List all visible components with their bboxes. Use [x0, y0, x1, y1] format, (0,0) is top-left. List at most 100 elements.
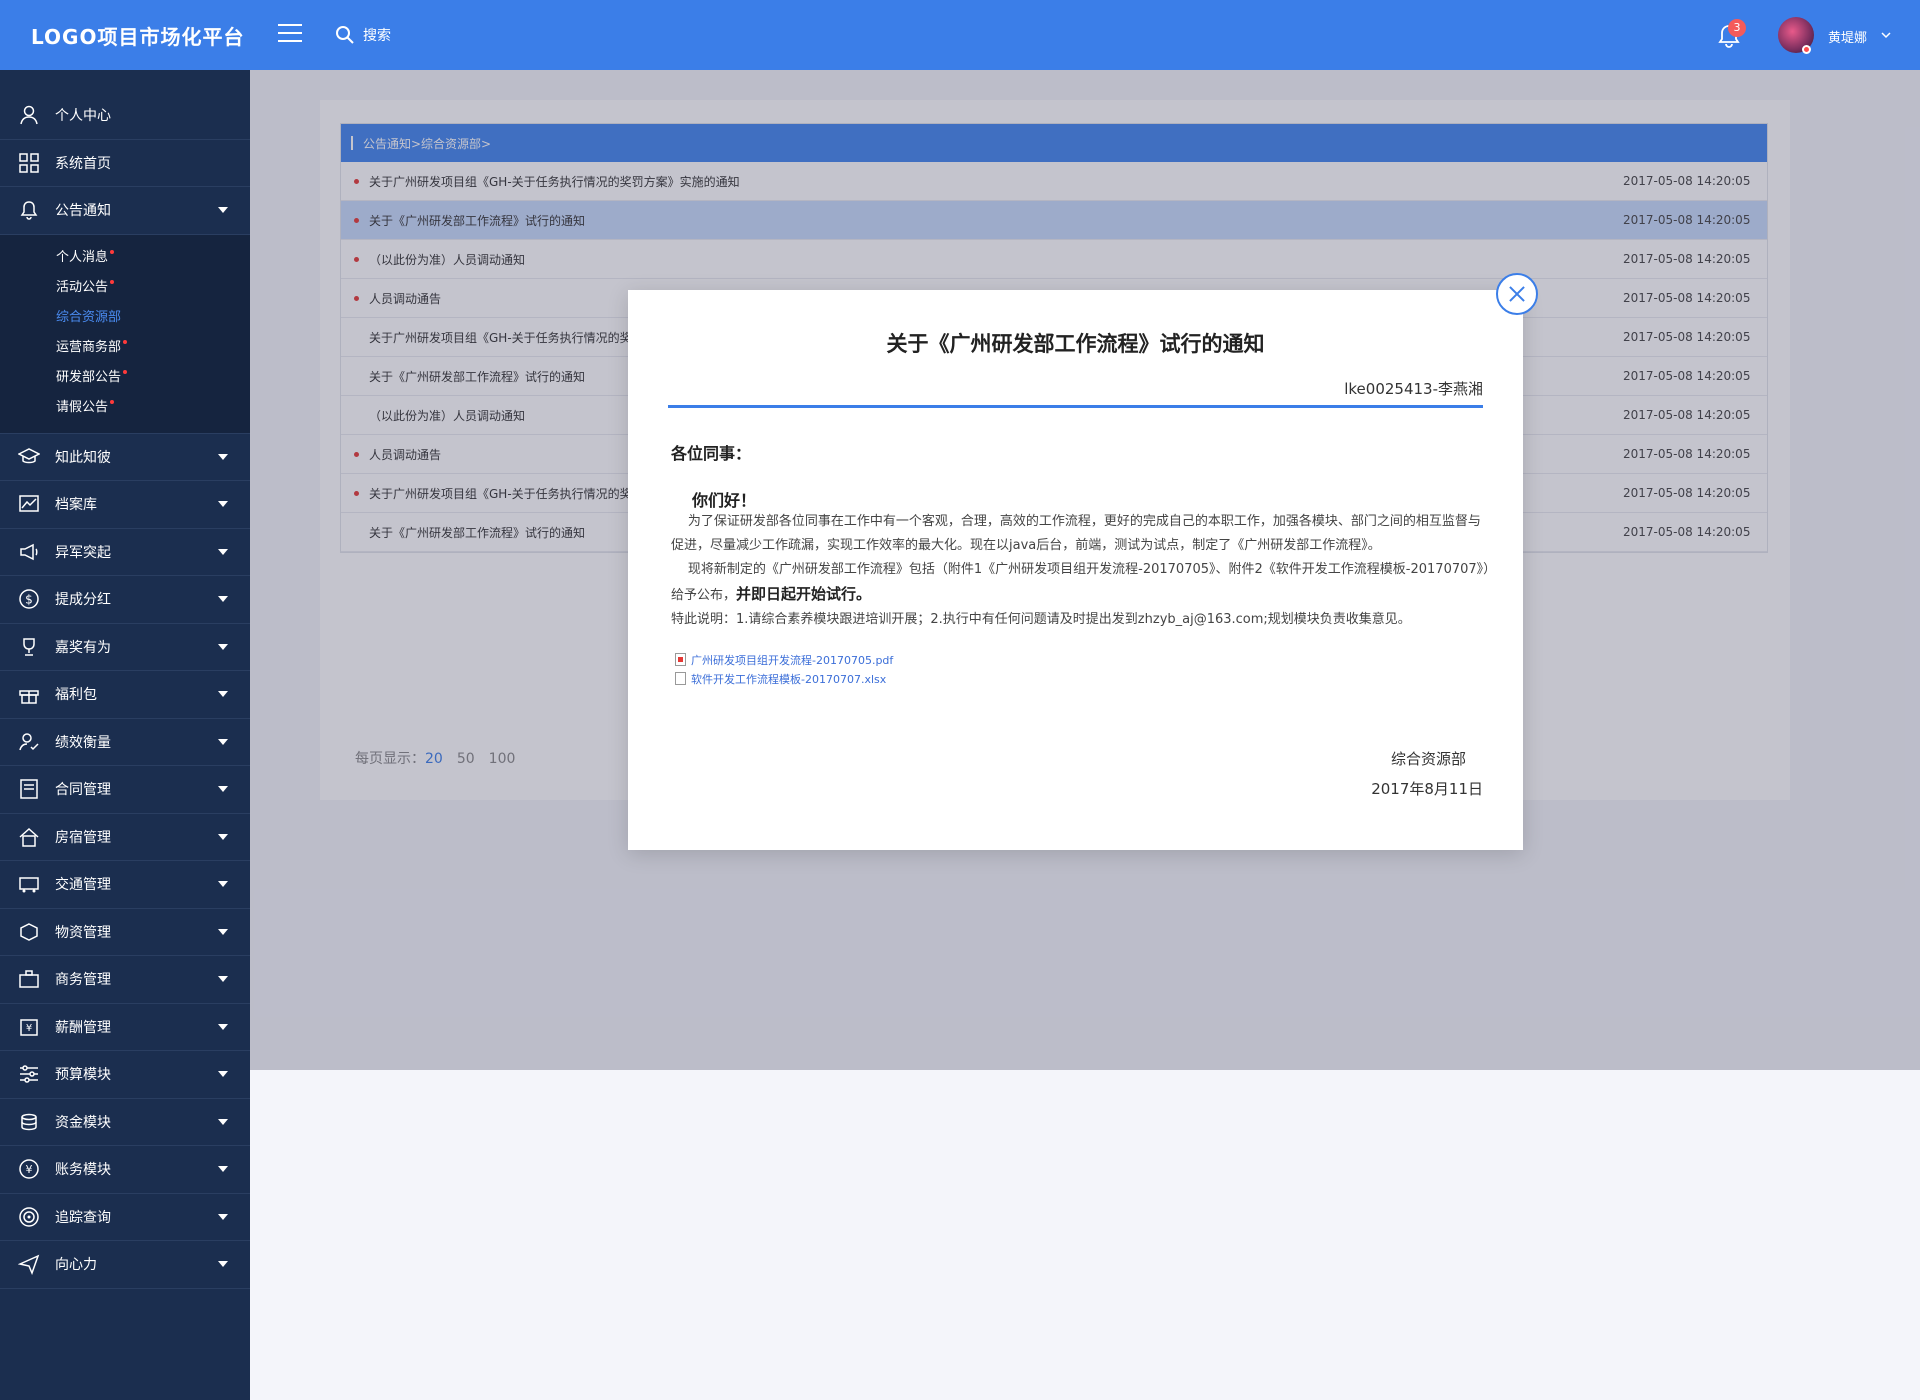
- online-status-dot: [1802, 45, 1811, 54]
- sidebar-subitem-rd-announcements[interactable]: 研发部公告: [0, 363, 250, 393]
- sidebar-item-funds[interactable]: 资金模块: [0, 1099, 250, 1146]
- sidebar-subitem-general-resources[interactable]: 综合资源部: [0, 303, 250, 333]
- modal-department: 综合资源部: [1390, 750, 1466, 768]
- modal-body: 为了保证研发部各位同事在工作中有一个客观，合理，高效的工作流程，更好的完成自己的…: [671, 510, 1491, 632]
- svg-text:¥: ¥: [26, 1163, 33, 1176]
- sidebar-item-announcements[interactable]: 公告通知: [0, 187, 250, 235]
- sidebar-item-label: 合同管理: [55, 782, 111, 799]
- close-icon[interactable]: [1496, 273, 1538, 315]
- sidebar-subitem-leave-announcements[interactable]: 请假公告: [0, 393, 250, 423]
- sidebar-item-label: 异军突起: [55, 544, 111, 561]
- target-icon: [19, 1207, 39, 1227]
- sidebar-item-rising[interactable]: 异军突起: [0, 529, 250, 576]
- sidebar-item-cohesion[interactable]: 向心力: [0, 1241, 250, 1289]
- sidebar-item-know-yourself[interactable]: 知此知彼: [0, 434, 250, 481]
- caret-down-icon: [218, 833, 228, 840]
- sidebar-item-label: 系统首页: [55, 155, 111, 172]
- caret-down-icon: [218, 1261, 228, 1268]
- caret-down-icon: [218, 691, 228, 698]
- sidebar-item-label: 物资管理: [55, 924, 111, 941]
- caret-down-icon: [218, 453, 228, 460]
- sidebar-submenu: 个人消息 活动公告 综合资源部 运营商务部 研发部公告 请假公告: [0, 234, 250, 434]
- divider: [668, 405, 1483, 408]
- chevron-down-icon[interactable]: [1880, 30, 1892, 40]
- grid-icon: [19, 153, 39, 173]
- trophy-icon: [23, 638, 35, 656]
- search-icon: [336, 26, 354, 44]
- contract-icon: [20, 779, 38, 799]
- sidebar-item-accounting[interactable]: ¥ 账务模块: [0, 1146, 250, 1194]
- sidebar-item-salary[interactable]: ¥ 薪酬管理: [0, 1004, 250, 1051]
- search-label: 搜索: [363, 28, 391, 44]
- modal-date: 2017年8月11日: [1371, 780, 1483, 798]
- user-icon: [20, 106, 38, 125]
- sidebar-item-housing[interactable]: 房宿管理: [0, 814, 250, 861]
- modal-paragraph-2: 现将新制定的《广州研发部工作流程》包括（附件1《广州研发项目组开发流程-2017…: [671, 562, 1490, 603]
- gift-icon: [19, 690, 39, 704]
- caret-down-icon: [218, 881, 228, 888]
- dollar-icon: $: [19, 589, 39, 609]
- sidebar-subitem-activity-announcements[interactable]: 活动公告: [0, 273, 250, 303]
- unread-dot: [110, 399, 115, 404]
- sidebar-item-tracking[interactable]: 追踪查询: [0, 1194, 250, 1241]
- sidebar-item-label: 向心力: [55, 1257, 97, 1274]
- home-icon: [19, 827, 39, 847]
- caret-down-icon: [218, 1071, 228, 1078]
- sidebar-item-contracts[interactable]: 合同管理: [0, 766, 250, 814]
- caret-down-icon: [218, 548, 228, 555]
- sidebar-item-business[interactable]: 商务管理: [0, 956, 250, 1004]
- caret-down-icon: [218, 643, 228, 650]
- sidebar-item-label: 账务模块: [55, 1162, 111, 1179]
- sidebar-item-awards[interactable]: 嘉奖有为: [0, 624, 250, 671]
- modal-paragraph-3: 特此说明：1.请综合素养模块跟进培训开展；2.执行中有任何问题请及时提出发到zh…: [671, 612, 1411, 627]
- caret-down-icon: [218, 738, 228, 745]
- menu-toggle-button[interactable]: [278, 24, 302, 46]
- app-logo[interactable]: LOGO项目市场化平台: [31, 21, 244, 50]
- attachment-list: 广州研发项目组开发流程-20170705.pdf 软件开发工作流程模板-2017…: [675, 650, 893, 688]
- sidebar-item-label: 档案库: [55, 497, 97, 514]
- megaphone-icon: [20, 543, 38, 560]
- attachment-link[interactable]: 广州研发项目组开发流程-20170705.pdf: [675, 650, 893, 669]
- username[interactable]: 黄堤娜: [1828, 27, 1867, 46]
- sidebar-item-label: 公告通知: [55, 203, 111, 220]
- caret-down-icon: [218, 501, 228, 508]
- sidebar-item-archives[interactable]: 档案库: [0, 481, 250, 529]
- svg-text:¥: ¥: [26, 1023, 32, 1034]
- sidebar-item-home[interactable]: 系统首页: [0, 140, 250, 187]
- top-bar: LOGO项目市场化平台 搜索 3 黄堤娜: [0, 0, 1920, 70]
- yen-icon: ¥: [19, 1159, 39, 1179]
- sidebar-item-personal-center[interactable]: 个人中心: [0, 92, 250, 140]
- sidebar-item-supplies[interactable]: 物资管理: [0, 909, 250, 956]
- search-button[interactable]: 搜索: [335, 22, 391, 48]
- sidebar-item-label: 福利包: [55, 687, 97, 704]
- sidebar-item-transport[interactable]: 交通管理: [0, 861, 250, 909]
- modal-hello: 你们好！: [692, 491, 757, 510]
- sidebar-subitem-personal-messages[interactable]: 个人消息: [0, 243, 250, 273]
- sidebar-item-label: 绩效衡量: [55, 734, 111, 751]
- caret-down-icon: [218, 1213, 228, 1220]
- sidebar-item-performance[interactable]: 绩效衡量: [0, 719, 250, 766]
- modal-author: lke0025413-李燕湘: [1344, 380, 1483, 398]
- sidebar-item-label: 个人中心: [55, 108, 111, 125]
- sidebar-item-budget[interactable]: 预算模块: [0, 1051, 250, 1099]
- caret-down-icon: [218, 207, 228, 214]
- sidebar-subitem-operations-business[interactable]: 运营商务部: [0, 333, 250, 363]
- svg-text:$: $: [25, 593, 33, 607]
- caret-down-icon: [218, 786, 228, 793]
- caret-down-icon: [218, 976, 228, 983]
- sidebar-item-commission[interactable]: $ 提成分红: [0, 576, 250, 624]
- sidebar-item-label: 薪酬管理: [55, 1019, 111, 1036]
- coins-icon: [21, 1113, 37, 1131]
- send-icon: [18, 1254, 40, 1276]
- sidebar-item-benefits[interactable]: 福利包: [0, 671, 250, 719]
- attachment-link[interactable]: 软件开发工作流程模板-20170707.xlsx: [675, 669, 893, 688]
- sidebar: 个人中心 系统首页 公告通知 个人消息 活动公告 综合资源部 运营商务部 研发部…: [0, 70, 250, 1400]
- notification-badge: 3: [1728, 19, 1746, 37]
- bell-icon: [20, 201, 38, 220]
- pdf-file-icon: [675, 653, 686, 666]
- file-icon: [675, 672, 686, 685]
- modal-paragraph-1: 为了保证研发部各位同事在工作中有一个客观，合理，高效的工作流程，更好的完成自己的…: [671, 514, 1481, 553]
- caret-down-icon: [218, 596, 228, 603]
- caret-down-icon: [218, 1166, 228, 1173]
- unread-dot: [110, 249, 115, 254]
